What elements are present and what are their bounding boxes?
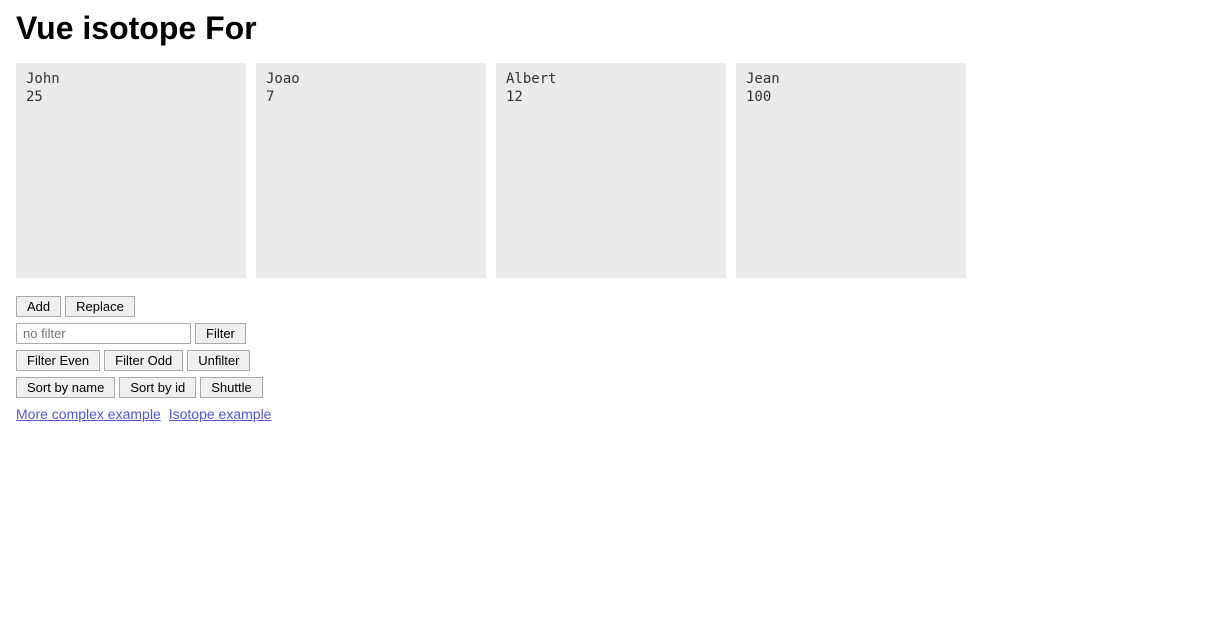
more-complex-example-link[interactable]: More complex example xyxy=(16,406,161,422)
card-name-joao: Joao xyxy=(266,71,476,87)
add-button[interactable]: Add xyxy=(16,296,61,317)
filter-input-row: Filter xyxy=(16,323,246,344)
filter-input[interactable] xyxy=(16,323,191,344)
replace-button[interactable]: Replace xyxy=(65,296,135,317)
add-replace-row: Add Replace xyxy=(16,296,135,317)
sort-by-name-button[interactable]: Sort by name xyxy=(16,377,115,398)
card-id-joao: 7 xyxy=(266,89,476,105)
isotope-example-link[interactable]: Isotope example xyxy=(169,406,272,422)
card-john: John 25 xyxy=(16,63,246,278)
filter-odd-button[interactable]: Filter Odd xyxy=(104,350,183,371)
page-title: Vue isotope For xyxy=(16,10,1197,47)
filter-button[interactable]: Filter xyxy=(195,323,246,344)
sort-buttons-row: Sort by name Sort by id Shuttle xyxy=(16,377,263,398)
card-id-albert: 12 xyxy=(506,89,716,105)
links-row: More complex example Isotope example xyxy=(16,406,271,422)
filter-buttons-row: Filter Even Filter Odd Unfilter xyxy=(16,350,250,371)
shuttle-button[interactable]: Shuttle xyxy=(200,377,262,398)
card-id-jean: 100 xyxy=(746,89,956,105)
card-name-jean: Jean xyxy=(746,71,956,87)
cards-container: John 25 Joao 7 Albert 12 Jean 100 xyxy=(16,63,1197,278)
controls-panel: Add Replace Filter Filter Even Filter Od… xyxy=(16,296,1197,422)
card-joao: Joao 7 xyxy=(256,63,486,278)
card-name-albert: Albert xyxy=(506,71,716,87)
sort-by-id-button[interactable]: Sort by id xyxy=(119,377,196,398)
unfilter-button[interactable]: Unfilter xyxy=(187,350,250,371)
card-jean: Jean 100 xyxy=(736,63,966,278)
card-id-john: 25 xyxy=(26,89,236,105)
card-name-john: John xyxy=(26,71,236,87)
card-albert: Albert 12 xyxy=(496,63,726,278)
filter-even-button[interactable]: Filter Even xyxy=(16,350,100,371)
